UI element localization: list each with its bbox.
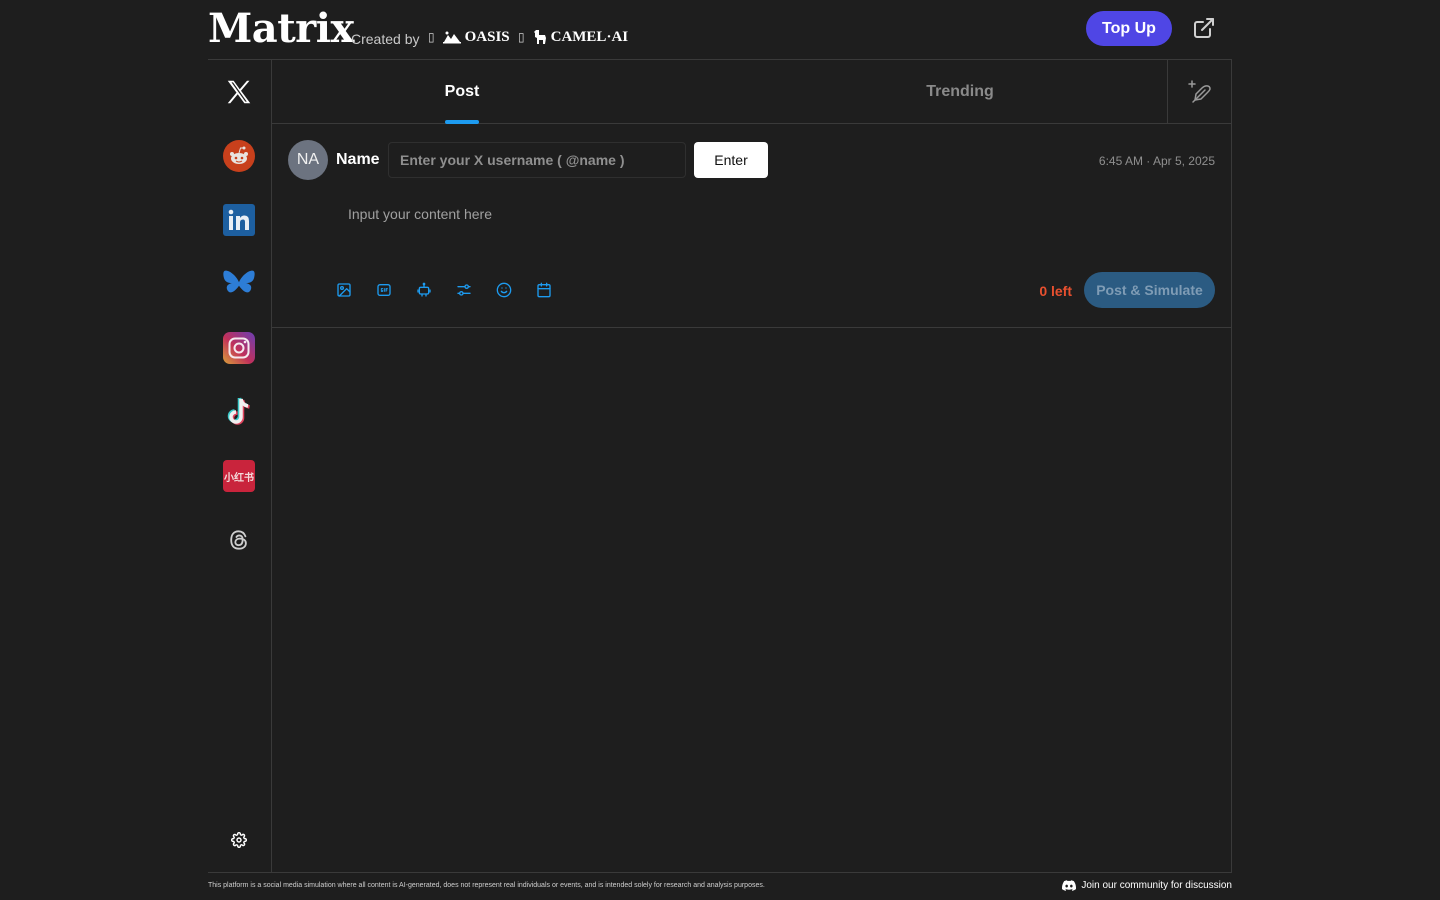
post-simulate-button[interactable]: Post & Simulate: [1084, 272, 1215, 308]
external-link-button[interactable]: [1192, 16, 1216, 40]
camel-logo-icon: [533, 30, 546, 44]
sidebar-item-x[interactable]: [223, 76, 255, 108]
schedule-button[interactable]: [536, 282, 552, 298]
add-image-button[interactable]: [336, 282, 352, 298]
tab-post[interactable]: Post: [272, 60, 652, 123]
new-post-button[interactable]: [1167, 60, 1231, 124]
avatar: NA: [288, 140, 328, 180]
bluesky-icon: [223, 270, 255, 293]
xiaohongshu-icon-text: 小红书: [224, 472, 254, 484]
tab-trending-label: Trending: [926, 82, 994, 100]
partner-camel[interactable]: ▯ CAMEL·AI: [518, 28, 628, 46]
gear-icon: [230, 831, 248, 849]
instagram-icon: [223, 332, 255, 364]
created-by-label: Created by: [351, 31, 420, 47]
xiaohongshu-icon: 小红书: [223, 460, 255, 492]
partner-camel-label: CAMEL·AI: [550, 28, 629, 45]
robot-icon: [417, 282, 431, 297]
feather-plus-icon: [1187, 79, 1211, 103]
sidebar-item-reddit[interactable]: [223, 140, 255, 172]
app-header: Matrix Created by ▯ OASIS ▯ CAMEL·AI Top…: [208, 0, 1232, 60]
sliders-icon: [457, 284, 471, 296]
ai-agent-button[interactable]: [416, 282, 432, 298]
add-gif-button[interactable]: [376, 282, 392, 298]
sidebar-item-tiktok[interactable]: [223, 396, 255, 428]
settings-sliders-button[interactable]: [456, 282, 472, 298]
brand-title: Matrix: [208, 5, 354, 52]
tab-post-label: Post: [444, 82, 480, 100]
partner-oasis[interactable]: ▯ OASIS: [428, 28, 510, 46]
disclaimer-text: This platform is a social media simulati…: [208, 882, 765, 889]
frame-divider: [208, 872, 1232, 873]
oasis-logo-icon: [442, 31, 461, 44]
frame-divider: [1231, 59, 1232, 873]
username-input[interactable]: [388, 142, 686, 178]
partner-oasis-label: OASIS: [464, 28, 510, 45]
characters-left: 0 left: [1039, 283, 1072, 299]
timestamp: 6:45 AM · Apr 5, 2025: [1098, 154, 1215, 168]
discord-icon: [1062, 880, 1077, 891]
calendar-icon: [537, 282, 551, 298]
community-link[interactable]: Join our community for discussion: [1062, 880, 1232, 891]
bracket-icon: ▯: [428, 30, 435, 44]
emoji-button[interactable]: [496, 282, 512, 298]
image-icon: [337, 283, 351, 297]
composer-toolbar: [336, 282, 552, 298]
bracket-icon: ▯: [518, 30, 525, 44]
threads-icon: [230, 530, 247, 550]
gif-icon: [377, 284, 391, 296]
feed-tabs: Post Trending: [272, 60, 1167, 124]
linkedin-icon: [223, 204, 255, 236]
community-link-label: Join our community for discussion: [1081, 880, 1232, 891]
emoji-icon: [496, 282, 512, 298]
tiktok-icon: [227, 397, 250, 425]
sidebar-item-bluesky[interactable]: [223, 268, 255, 300]
tab-trending[interactable]: Trending: [720, 60, 1200, 123]
enter-button[interactable]: Enter: [694, 142, 768, 178]
top-up-button[interactable]: Top Up: [1086, 11, 1172, 46]
reddit-icon: [223, 140, 255, 172]
sidebar-item-xiaohongshu[interactable]: 小红书: [223, 460, 255, 492]
settings-button[interactable]: [230, 831, 248, 849]
sidebar-item-linkedin[interactable]: [223, 204, 255, 236]
sidebar-item-instagram[interactable]: [223, 332, 255, 364]
sidebar-item-threads[interactable]: [223, 524, 255, 556]
x-logo-icon: [227, 80, 251, 104]
platform-sidebar: 小红书: [208, 60, 271, 872]
post-composer: NA Name Enter 6:45 AM · Apr 5, 2025: [272, 124, 1231, 328]
name-label: Name: [336, 151, 380, 168]
content-input[interactable]: [336, 198, 1206, 238]
external-link-icon: [1194, 18, 1214, 38]
